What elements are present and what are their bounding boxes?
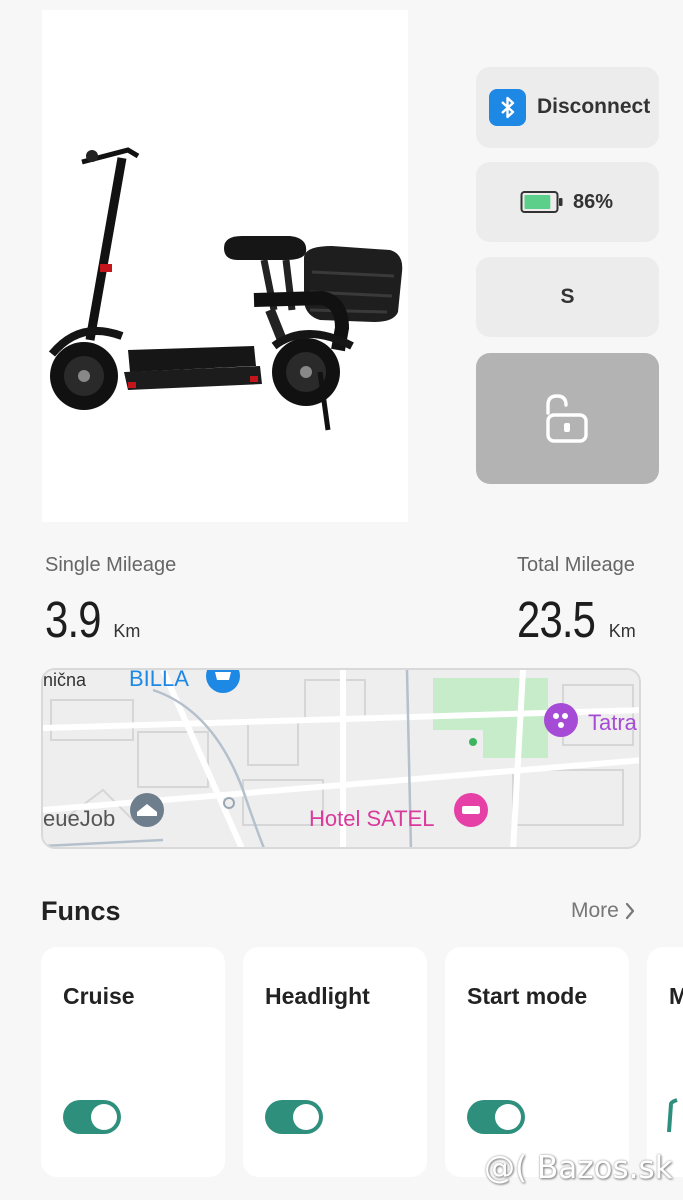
single-mileage-label: Single Mileage [45, 554, 177, 576]
toggle-knob [91, 1104, 117, 1130]
progress-ring-icon [667, 1098, 678, 1133]
battery-percent: 86% [573, 191, 614, 213]
battery-status: 86% [476, 162, 659, 242]
watermark: @( Bazos.sk [484, 1150, 673, 1186]
total-mileage-label: Total Mileage [517, 554, 635, 576]
total-mileage: 23.5 Km [517, 590, 636, 649]
scooter-illustration [48, 147, 403, 431]
single-mileage: 3.9 Km [45, 590, 140, 649]
battery-level-fill [524, 195, 551, 209]
map-view[interactable]: nična BILLA Tatra eueJob Hotel SATEL [41, 668, 641, 849]
func-card-partial[interactable]: M [647, 947, 683, 1177]
single-mileage-unit: Km [113, 621, 141, 641]
map-billa-label: BILLA [129, 668, 189, 691]
func-label: Start mode [467, 983, 588, 1009]
headlight-toggle[interactable] [265, 1100, 323, 1134]
toggle-knob [293, 1104, 319, 1130]
func-card-cruise[interactable]: Cruise [41, 947, 225, 1177]
func-card-start-mode[interactable]: Start mode [445, 947, 629, 1177]
single-mileage-value: 3.9 [45, 591, 102, 648]
func-label: Cruise [63, 983, 135, 1009]
scooter-image [42, 10, 408, 522]
battery-icon [520, 190, 564, 214]
map-tatra-label: Tatra [588, 710, 637, 735]
func-label: M [669, 983, 683, 1009]
more-label: More [571, 899, 619, 922]
lock-toggle-button[interactable] [476, 353, 659, 484]
funcs-title: Funcs [41, 896, 121, 926]
toggle-knob [495, 1104, 521, 1130]
total-mileage-unit: Km [608, 621, 636, 641]
start-mode-toggle[interactable] [467, 1100, 525, 1134]
cruise-toggle[interactable] [63, 1100, 121, 1134]
unlock-icon [540, 393, 592, 445]
map-street-label: nična [43, 670, 87, 690]
more-link[interactable]: More [571, 899, 635, 923]
map-hotel-label: Hotel SATEL [309, 806, 435, 831]
map-job-label: eueJob [43, 806, 116, 831]
bluetooth-icon [489, 89, 526, 126]
func-card-headlight[interactable]: Headlight [243, 947, 427, 1177]
total-mileage-value: 23.5 [517, 591, 596, 648]
speed-mode-button[interactable]: S [476, 257, 659, 337]
bluetooth-disconnect-button[interactable]: Disconnect [476, 67, 659, 148]
speed-mode-label: S [560, 285, 575, 308]
chevron-right-icon [625, 902, 634, 920]
func-label: Headlight [265, 983, 370, 1009]
connection-label: Disconnect [537, 95, 651, 118]
